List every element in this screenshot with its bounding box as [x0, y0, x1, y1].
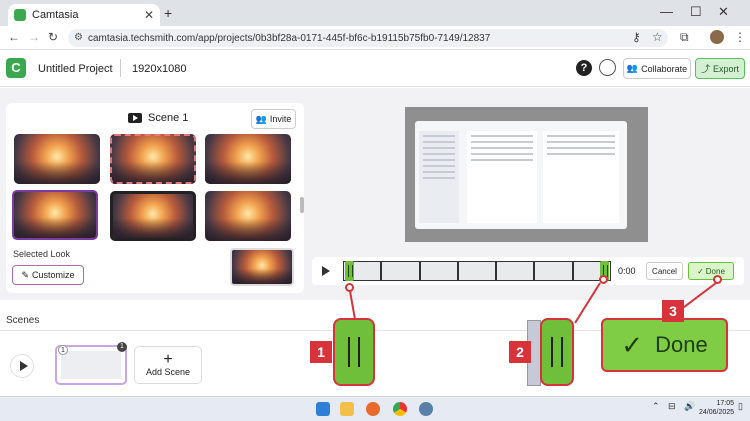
- scenes-label: Scenes: [6, 315, 40, 326]
- invite-label: Invite: [269, 114, 292, 124]
- selected-look-label: Selected Look: [13, 249, 71, 259]
- invite-button[interactable]: 👥 Invite: [251, 109, 296, 129]
- invite-icon: 👥: [255, 113, 267, 124]
- checkmark-icon: ✓: [621, 329, 644, 360]
- profile-avatar[interactable]: [710, 30, 724, 44]
- callout-start-handle-magnified: [333, 318, 375, 386]
- look-thumbnail[interactable]: [205, 134, 291, 184]
- tab-title: Camtasia: [32, 9, 79, 21]
- clock-date: 24/06/2025: [699, 409, 735, 416]
- close-tab-icon[interactable]: ✕: [144, 8, 154, 22]
- tray-monitor-icon[interactable]: ⊟: [668, 401, 676, 412]
- export-icon: ⤴: [700, 64, 710, 74]
- extensions-icon[interactable]: ⧉: [680, 30, 689, 45]
- scene-number-badge: 1: [58, 345, 68, 355]
- add-scene-button[interactable]: + Add Scene: [134, 346, 202, 384]
- header-divider: [120, 59, 121, 77]
- window-close-icon[interactable]: ✕: [718, 4, 729, 20]
- browser-menu-icon[interactable]: ⋮: [734, 30, 746, 44]
- url-field[interactable]: camtasia.techsmith.com/app/projects/0b3b…: [68, 29, 668, 47]
- pencil-icon: ✎: [21, 269, 30, 280]
- play-icon[interactable]: [322, 266, 330, 276]
- notification-icon[interactable]: ▯: [738, 401, 743, 412]
- callout-done-magnified: ✓ Done: [601, 318, 728, 372]
- tray-chevron-icon[interactable]: ⌃: [652, 401, 660, 412]
- back-icon[interactable]: ←: [8, 30, 20, 44]
- callout-number: 3: [662, 300, 684, 322]
- video-preview: [405, 107, 648, 242]
- clock-time: 17:05: [716, 400, 735, 407]
- look-thumbnail[interactable]: [205, 191, 291, 241]
- customize-label: Customize: [32, 270, 75, 280]
- scene-video-icon: [128, 113, 142, 123]
- add-scene-label: Add Scene: [145, 367, 191, 377]
- scene-header: Scene 1: [128, 112, 188, 124]
- project-title[interactable]: Untitled Project: [38, 63, 113, 75]
- collaborate-button[interactable]: 👥 Collaborate: [623, 58, 691, 79]
- playhead-time: 0:00: [618, 266, 636, 276]
- scene-title: Scene 1: [148, 112, 189, 124]
- cancel-button[interactable]: Cancel: [646, 262, 683, 280]
- selected-look-thumbnail: [230, 248, 294, 286]
- collaborate-label: Collaborate: [641, 63, 688, 74]
- trim-start-handle[interactable]: [345, 261, 354, 281]
- password-key-icon[interactable]: ⚷: [632, 30, 641, 44]
- customize-button[interactable]: ✎ Customize: [12, 265, 84, 285]
- callout-end-handle-magnified: [540, 318, 574, 386]
- settings-gear-icon[interactable]: [419, 402, 433, 416]
- camtasia-logo-icon[interactable]: C: [6, 58, 26, 78]
- chrome-icon[interactable]: [393, 402, 407, 416]
- browser-tab[interactable]: Camtasia ✕: [8, 4, 160, 26]
- look-thumbnail[interactable]: [110, 191, 196, 241]
- reload-icon[interactable]: ↻: [48, 30, 58, 44]
- new-tab-icon[interactable]: +: [164, 5, 172, 21]
- maximize-icon[interactable]: ☐: [690, 4, 702, 20]
- callout-number: 1: [310, 341, 332, 363]
- firefox-icon[interactable]: [366, 402, 380, 416]
- play-scenes-button[interactable]: [10, 354, 34, 378]
- user-account-icon[interactable]: [599, 59, 616, 76]
- preview-screen-content: [415, 121, 627, 229]
- export-label: Export: [713, 63, 740, 74]
- camtasia-favicon-icon: [14, 9, 26, 21]
- plus-icon: +: [163, 351, 173, 368]
- tray-volume-icon[interactable]: 🔊: [684, 401, 695, 412]
- site-info-icon[interactable]: ⚙: [74, 32, 83, 43]
- url-text: camtasia.techsmith.com/app/projects/0b3b…: [88, 32, 491, 44]
- export-button[interactable]: ⤴ Export: [695, 58, 745, 79]
- forward-icon[interactable]: →: [28, 30, 40, 44]
- callout-number: 2: [509, 341, 531, 363]
- done-button[interactable]: ✓ Done: [688, 262, 734, 280]
- people-icon: 👥: [626, 63, 639, 73]
- start-menu-icon[interactable]: [316, 402, 330, 416]
- taskbar-clock[interactable]: 17:05 24/06/2025: [699, 399, 734, 417]
- file-explorer-icon[interactable]: [340, 402, 354, 416]
- looks-scrollbar[interactable]: [300, 197, 304, 213]
- clip-filmstrip: [343, 261, 611, 281]
- callout-done-label: Done: [655, 332, 708, 357]
- bookmark-star-icon[interactable]: ☆: [652, 30, 663, 44]
- look-thumbnail-selected[interactable]: [12, 190, 98, 240]
- done-label: Done: [705, 266, 725, 276]
- look-thumbnail[interactable]: [110, 134, 196, 184]
- minimize-icon[interactable]: —: [660, 4, 673, 19]
- project-resolution[interactable]: 1920x1080: [132, 63, 186, 75]
- checkmark-icon: ✓: [697, 266, 704, 276]
- look-thumbnail[interactable]: [14, 134, 100, 184]
- help-icon[interactable]: ?: [576, 60, 592, 76]
- scene-count-badge: 1: [117, 342, 127, 352]
